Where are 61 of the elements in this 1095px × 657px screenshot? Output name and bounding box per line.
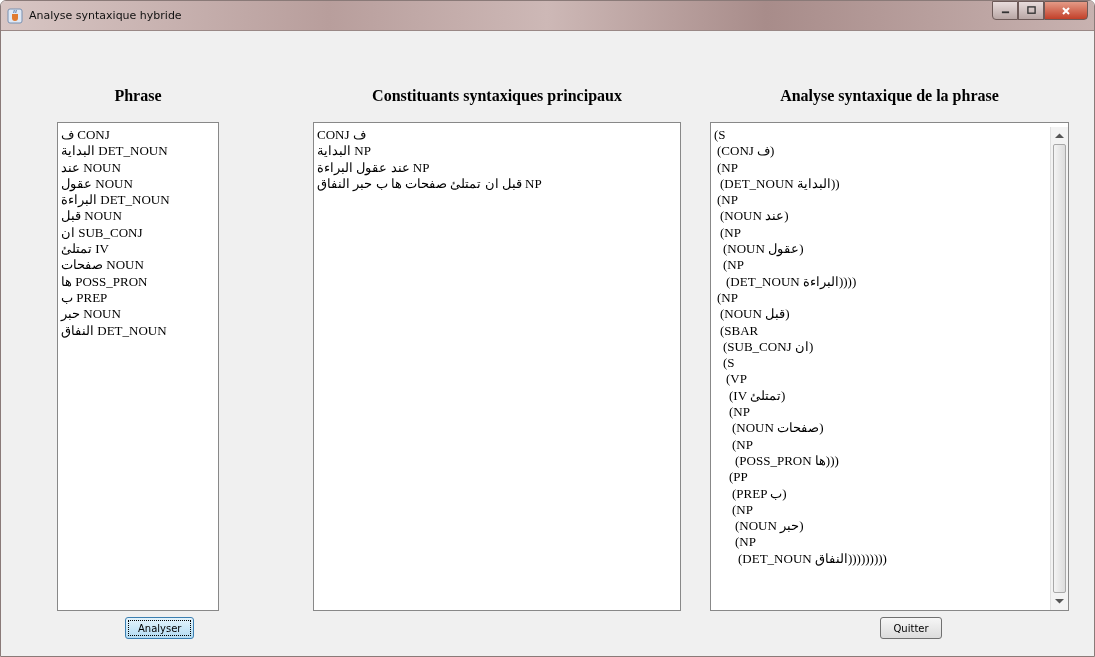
text-line: (PREP ب) <box>731 485 788 502</box>
text-line: (DET_NOUN النفاق))))))))) <box>737 550 888 567</box>
text-line: عقول NOUN <box>61 175 134 193</box>
quit-button[interactable]: Quitter <box>880 617 942 639</box>
close-icon <box>1061 5 1071 16</box>
maximize-button[interactable] <box>1018 1 1044 20</box>
text-line: (NOUN قبل) <box>719 306 791 323</box>
text-line: ب PREP <box>61 289 109 307</box>
text-line: (NOUN عند) <box>719 208 790 225</box>
text-line: (NP <box>716 289 739 307</box>
text-line: (CONJ ف) <box>716 143 776 160</box>
text-line: (DET_NOUN البداية)) <box>719 175 841 193</box>
panel-heading: Phrase <box>113 86 163 106</box>
close-button[interactable] <box>1044 1 1088 20</box>
text-line: (PP <box>728 469 749 486</box>
text-area[interactable]: CONJ ف البداية NP عند عقول البراءة NP قبل ان تمتلئ صفحات ها ب حبر النفاق NP <box>313 122 681 611</box>
text-line: (S <box>722 355 736 372</box>
text-line: (SBAR <box>719 322 760 339</box>
text-line: (VP <box>725 371 748 388</box>
text-line: (SUB_CONJ ان) <box>722 338 815 356</box>
scrollbar-thumb[interactable] <box>1053 144 1066 593</box>
text-line: (NP <box>734 534 757 551</box>
panel-heading: Constituants syntaxiques principaux <box>371 86 623 107</box>
text-line: البداية DET_NOUN <box>61 143 169 160</box>
text-area[interactable] <box>710 122 1069 611</box>
text-line: (NP <box>731 436 754 453</box>
text-line: (NP <box>719 224 742 242</box>
text-line: (NP <box>731 501 754 519</box>
scrollbar[interactable] <box>1050 127 1068 610</box>
window-title: Analyse syntaxique hybride <box>29 9 182 22</box>
text-line: النفاق DET_NOUN <box>61 322 168 339</box>
text-line: تمتلئ IV <box>61 241 110 258</box>
analyse-button[interactable]: Analyser <box>125 617 195 639</box>
text-line: (NOUN حبر) <box>734 518 805 535</box>
text-line: (NOUN صفحات) <box>731 420 825 437</box>
text-line: البراءة DET_NOUN <box>61 192 171 209</box>
text-area[interactable]: ف CONJ البداية DET_NOUN عند NOUN عقول NOUN البراءة DET_NOUN قبل NOUN ان SUB_CONJ تمتلئ IV صفحات NOUN ها POSS_PRON ب PREP حبر NOUN النفاق DET_NOUN <box>57 122 219 611</box>
minimize-button[interactable] <box>992 1 1018 20</box>
text-line: صفحات NOUN <box>61 257 145 274</box>
text-line: ها POSS_PRON <box>61 273 149 290</box>
text-line: (NP <box>722 257 745 274</box>
text-line: عند NOUN <box>61 159 122 176</box>
maximize-icon <box>1026 6 1036 15</box>
panel-heading: Analyse syntaxique de la phrase <box>779 86 1000 107</box>
text-line: حبر NOUN <box>61 306 122 323</box>
text-line: (NP <box>728 404 751 421</box>
text-line: (NP <box>716 159 739 176</box>
text-line: (IV تمتلئ) <box>728 387 787 405</box>
text-line: قبل ان تمتلئ صفحات ها ب حبر النفاق NP <box>317 175 543 193</box>
text-line: CONJ ف <box>317 127 367 144</box>
text-line: البداية NP <box>317 143 372 160</box>
text-line: (S <box>714 127 727 144</box>
text-line: قبل NOUN <box>61 208 123 225</box>
text-line: (NP <box>716 192 739 209</box>
java-cup-icon <box>7 7 23 24</box>
text-line: عند عقول البراءة NP <box>317 159 431 176</box>
text-line: (DET_NOUN البراءة)))) <box>725 273 858 290</box>
text-line: (POSS_PRON ها))) <box>734 452 840 470</box>
text-line: ان SUB_CONJ <box>61 224 144 242</box>
text-line: ف CONJ <box>61 127 111 144</box>
text-line: (NOUN عقول) <box>722 241 805 258</box>
